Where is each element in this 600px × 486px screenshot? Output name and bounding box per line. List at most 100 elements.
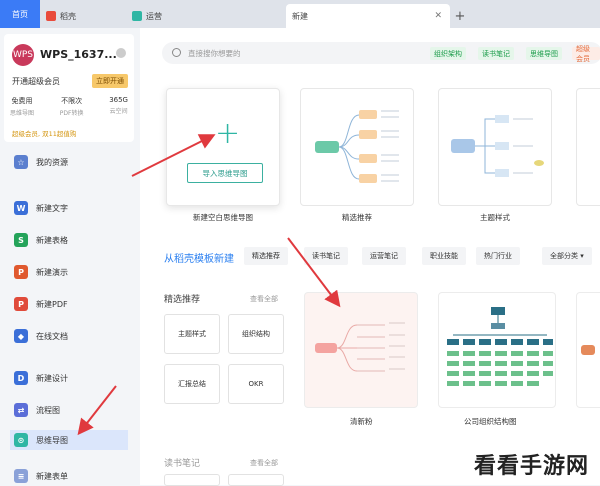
vip-open-button[interactable]: 立即开通 <box>92 74 128 88</box>
new-tab-button[interactable]: + <box>450 4 470 28</box>
import-mindmap-button[interactable]: 导入思维导图 <box>187 163 263 183</box>
new-blank-mindmap-card[interactable]: + 导入思维导图 <box>166 88 280 206</box>
theme-preview <box>451 115 544 177</box>
featured-card-label: 精选推荐 <box>342 213 372 222</box>
sidebar-item-8[interactable]: ⊙ 思维导图 <box>10 430 128 450</box>
pink-mindmap-preview <box>315 322 405 372</box>
vip-text: 开通超级会员 <box>12 77 60 86</box>
nav-icon: D <box>14 371 28 385</box>
promo-link[interactable]: 超级会员, 双11超值购 <box>12 128 76 138</box>
sidebar-item-7[interactable]: ⇄ 流程图 <box>14 400 134 420</box>
sidebar-item-2[interactable]: S 新建表格 <box>14 230 134 250</box>
template-card-org[interactable] <box>438 292 556 408</box>
benefit-item: 365G 云空间 <box>109 96 128 115</box>
template-section-title: 从稻壳模板新建 <box>164 254 234 265</box>
benefit-item: 免费用 思维导图 <box>10 97 35 117</box>
sidebar: WPS WPS_1637... 开通超级会员 立即开通 免费用 思维导图 不限次 P… <box>0 28 140 485</box>
nav-icon: S <box>14 233 28 247</box>
nav-icon: P <box>14 265 28 279</box>
nav-icon: W <box>14 201 28 215</box>
search-chip[interactable]: 超级会员 <box>572 45 600 63</box>
more-preview <box>581 345 595 355</box>
filter-chip[interactable]: 运营笔记 <box>362 247 406 265</box>
section-featured: 精选推荐 <box>164 295 201 305</box>
tab-daoke-label: 稻壳 <box>60 11 76 21</box>
nav-icon: ⊙ <box>14 433 28 447</box>
filter-chip[interactable]: 精选推荐 <box>244 247 288 265</box>
tab-new[interactable]: 新建 ✕ <box>286 4 450 28</box>
search-chip[interactable]: 组织架构 <box>430 47 466 60</box>
mindmap-preview <box>315 110 399 183</box>
sidebar-item-label: 流程图 <box>36 405 60 415</box>
sidebar-item-label: 新建PDF <box>36 299 68 309</box>
template-card-pink[interactable] <box>304 292 418 408</box>
nav-icon: ◆ <box>14 329 28 343</box>
daoke-icon <box>46 11 56 21</box>
view-all-link[interactable]: 查看全部 <box>250 294 278 304</box>
sidebar-item-label: 新建表单 <box>36 471 68 481</box>
account-card: WPS WPS_1637... 开通超级会员 立即开通 免费用 思维导图 不限次 P… <box>4 34 134 142</box>
filter-chip[interactable]: 全部分类 ▾ <box>542 247 592 265</box>
benefit-item: 不限次 PDF转换 <box>59 97 84 117</box>
mini-card-reading-2[interactable] <box>228 474 284 486</box>
sidebar-item-label: 新建设计 <box>36 373 68 383</box>
template-card-pink-label: 清新粉 <box>350 417 373 426</box>
more-card[interactable] <box>576 88 600 206</box>
sidebar-item-6[interactable]: D 新建设计 <box>14 368 134 388</box>
nav-icon: ≡ <box>14 469 28 483</box>
main-panel: 直接搜你想要的 组织架构 读书笔记 思维导图 超级会员 + 导入思维导图 新建空… <box>140 28 600 486</box>
tab-yunying[interactable]: 运营 <box>126 4 286 28</box>
search-chip[interactable]: 思维导图 <box>526 47 562 60</box>
sidebar-item-label: 我的资源 <box>36 157 68 167</box>
badge-icon <box>116 48 126 58</box>
tab-yunying-label: 运营 <box>146 11 162 21</box>
mini-card-report[interactable]: 汇报总结 <box>164 364 220 404</box>
avatar[interactable]: WPS <box>12 44 34 66</box>
sidebar-item-label: 新建表格 <box>36 235 68 245</box>
tab-home[interactable]: 首页 <box>0 0 40 28</box>
mini-card-reading[interactable] <box>164 474 220 486</box>
sidebar-item-5[interactable]: ◆ 在线文档 <box>14 326 134 346</box>
search-chip[interactable]: 读书笔记 <box>478 47 514 60</box>
sidebar-item-label: 在线文档 <box>36 331 68 341</box>
nav-icon: ⇄ <box>14 403 28 417</box>
tab-home-label: 首页 <box>12 9 28 19</box>
mini-card-org[interactable]: 组织结构 <box>228 314 284 354</box>
benefits: 免费用 思维导图 不限次 PDF转换 365G 云空间 <box>10 96 128 117</box>
template-card-org-label: 公司组织结构图 <box>464 417 517 426</box>
close-icon[interactable]: ✕ <box>434 11 442 21</box>
mini-card-okr[interactable]: OKR <box>228 364 284 404</box>
sidebar-item-0[interactable]: ☆ 我的资源 <box>14 152 134 172</box>
blank-card-label: 新建空白思维导图 <box>193 213 253 222</box>
tab-daoke[interactable]: 稻壳 <box>40 4 126 28</box>
filter-chip[interactable]: 读书笔记 <box>304 247 348 265</box>
mini-card-theme[interactable]: 主题样式 <box>164 314 220 354</box>
sidebar-item-1[interactable]: W 新建文字 <box>14 198 134 218</box>
watermark: 看看手游网 <box>474 454 590 479</box>
sidebar-item-4[interactable]: P 新建PDF <box>14 294 134 314</box>
import-mindmap-label: 导入思维导图 <box>202 168 248 178</box>
filter-chip[interactable]: 职业技能 <box>422 247 466 265</box>
search-placeholder: 直接搜你想要的 <box>188 49 241 58</box>
nav-icon: ☆ <box>14 155 28 169</box>
tab-bar: 首页 稻壳 运营 新建 ✕ + <box>0 0 600 28</box>
theme-card[interactable] <box>438 88 552 206</box>
theme-card-label: 主题样式 <box>480 213 510 222</box>
org-chart-preview <box>447 307 553 386</box>
template-card-more[interactable] <box>576 292 600 408</box>
featured-card[interactable] <box>300 88 414 206</box>
sidebar-item-label: 思维导图 <box>36 435 68 445</box>
sidebar-item-label: 新建文字 <box>36 203 68 213</box>
view-all-link-2[interactable]: 查看全部 <box>250 458 278 468</box>
search-icon <box>172 48 181 57</box>
yunying-icon <box>132 11 142 21</box>
sidebar-item-label: 新建演示 <box>36 267 68 277</box>
nav-icon: P <box>14 297 28 311</box>
section-reading: 读书笔记 <box>164 459 201 469</box>
sidebar-item-9[interactable]: ≡ 新建表单 <box>14 466 134 486</box>
user-name[interactable]: WPS_1637... <box>40 48 117 61</box>
plus-icon: + <box>215 116 241 151</box>
tab-new-label: 新建 <box>292 11 308 21</box>
filter-chip[interactable]: 热门行业 <box>476 247 520 265</box>
sidebar-item-3[interactable]: P 新建演示 <box>14 262 134 282</box>
